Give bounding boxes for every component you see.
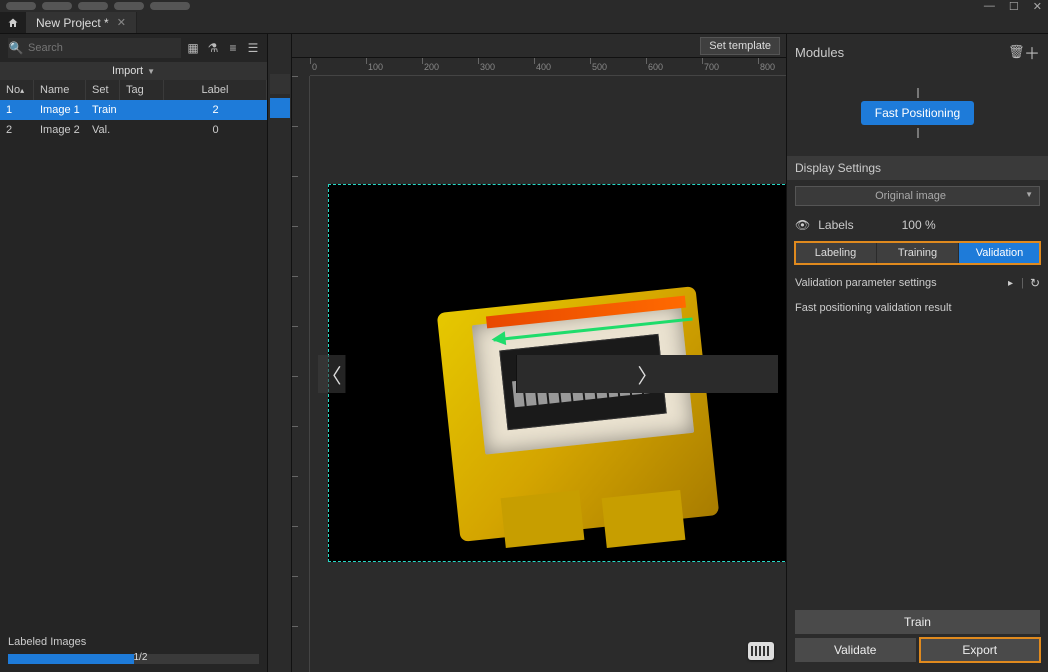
project-tab-title: New Project * [36,16,109,30]
titlebar: — ☐ ✕ [0,0,1048,12]
image-table-header: No▴ Name Set Tag Label [0,80,267,100]
labels-label: Labels [818,218,853,232]
trash-icon[interactable]: 🗑 [1008,44,1024,60]
add-icon[interactable]: ＋ [1024,40,1040,64]
validation-result-label: Fast positioning validation result [787,298,1048,318]
mode-tabs: Labeling Training Validation [795,242,1040,264]
chevron-down-icon: ▼ [1025,190,1033,199]
menu-placeholder [150,2,190,10]
prev-image-button[interactable]: 〈 [318,355,346,393]
window-minimize[interactable]: — [984,0,995,13]
eye-icon[interactable]: 👁 [795,218,810,232]
filter-icon[interactable]: ⚗ [205,41,221,55]
home-icon[interactable] [0,12,26,33]
module-graph: Fast Positioning [787,70,1048,156]
table-row[interactable]: 2Image 2Val.0 [0,120,267,140]
close-icon[interactable]: ✕ [117,16,126,29]
modules-title: Modules [795,45,844,60]
tabbar: New Project * ✕ [0,12,1048,34]
ruler-horizontal: 0100200300400500600700800 [310,58,786,76]
image-list-panel: 🔍 ▦ ⚗ ≡ ☰ Import▼ No▴ Name Set Tag Label… [0,34,268,672]
keyboard-icon[interactable] [748,642,774,660]
train-button[interactable]: Train [795,610,1040,634]
list-icon[interactable]: ≡ [225,41,241,55]
validation-params-row[interactable]: Validation parameter settings ▸ | ↻ [787,268,1048,298]
chevron-down-icon: ▼ [147,67,155,76]
chevron-right-icon: ▸ [1008,278,1013,289]
project-tab[interactable]: New Project * ✕ [26,12,137,33]
sort-icon[interactable]: ☰ [245,41,261,55]
canvas-panel: Set template 0100200300400500600700800 〈… [292,34,786,672]
image-mode-select[interactable]: Original image ▼ [795,186,1040,206]
tool-button-active[interactable] [270,98,290,118]
menu-placeholder [42,2,72,10]
window-maximize[interactable]: ☐ [1009,0,1019,13]
set-template-button[interactable]: Set template [700,37,780,55]
canvas-toolstrip [268,34,292,672]
labeled-images-title: Labeled Images [8,636,259,648]
tool-button[interactable] [270,74,290,94]
properties-panel: Modules 🗑 ＋ Fast Positioning Display Set… [786,34,1048,672]
search-input[interactable] [8,38,181,58]
table-row[interactable]: 1Image 1Train2 [0,100,267,120]
display-settings-header: Display Settings [787,156,1048,180]
menu-placeholder [6,2,36,10]
labeled-progress: 1/2 [8,654,259,664]
divider: | [1021,277,1024,289]
import-button[interactable]: Import▼ [0,62,267,80]
tab-labeling[interactable]: Labeling [795,242,876,264]
labels-percent: 100 % [902,218,936,232]
menu-placeholder [78,2,108,10]
history-icon[interactable]: ↻ [1030,276,1040,290]
window-close[interactable]: ✕ [1033,0,1042,13]
search-icon: 🔍 [8,41,24,55]
ruler-vertical [292,76,310,672]
tab-training[interactable]: Training [877,242,958,264]
image-grid-icon[interactable]: ▦ [185,41,201,55]
validate-button[interactable]: Validate [795,638,916,662]
tab-validation[interactable]: Validation [959,242,1040,264]
menu-placeholder [114,2,144,10]
export-button[interactable]: Export [920,638,1041,662]
image-canvas[interactable]: 〈 〉 [310,76,786,672]
next-image-button[interactable]: 〉 [516,355,778,393]
module-node[interactable]: Fast Positioning [861,101,974,125]
